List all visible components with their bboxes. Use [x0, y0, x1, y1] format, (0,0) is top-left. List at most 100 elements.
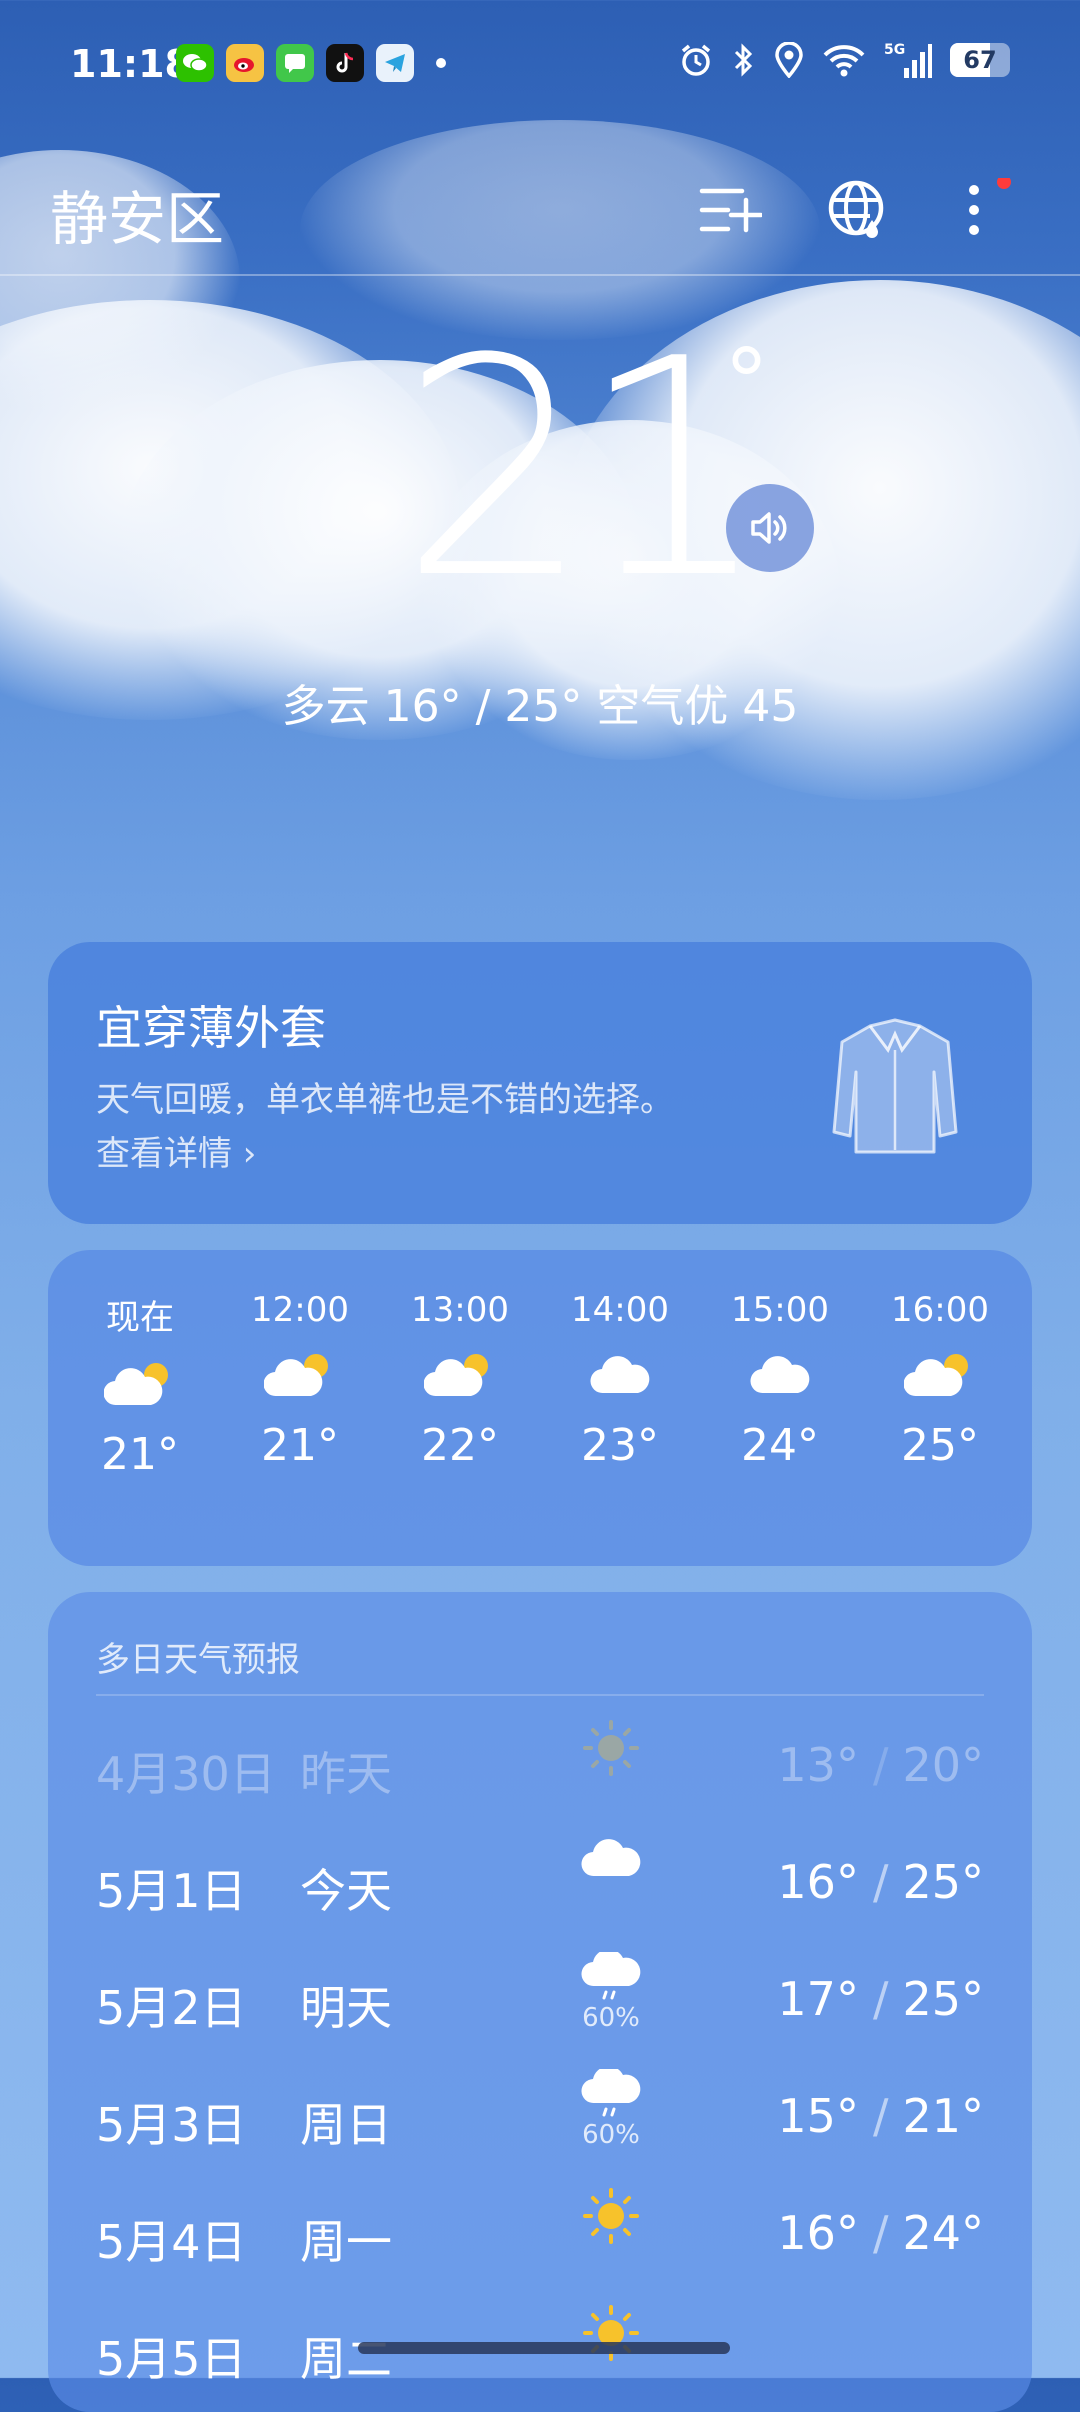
alarm-icon [681, 44, 711, 76]
hour-item: 14:00 23° [550, 1290, 690, 1480]
city-name[interactable]: 静安区 [50, 172, 224, 256]
day-label: 周日 [300, 2098, 392, 2152]
hour-temp: 23° [581, 1420, 659, 1471]
day-label: 周二 [300, 2332, 392, 2386]
weather-summary: 多云 16° / 25° 空气优 45 [281, 681, 799, 732]
home-indicator[interactable] [358, 2342, 730, 2354]
range-separator: / [872, 1972, 889, 2026]
day-date: 5月1日 [96, 1864, 247, 1918]
more-vertical-icon [969, 178, 1011, 235]
global-weather-button[interactable] [818, 170, 898, 250]
cloud-icon [566, 1835, 656, 1889]
range-separator: / [872, 1738, 889, 1792]
system-icons: 5G 67 [678, 40, 1010, 80]
day-date: 5月5日 [96, 2332, 247, 2386]
clothing-advice-card[interactable]: 宜穿薄外套 天气回暖，单衣单裤也是不错的选择。 查看详情 › [48, 942, 1032, 1224]
temp-low: 17° [777, 1972, 859, 2026]
temp-range: 16°/24° [777, 2206, 984, 2260]
location-icon [775, 42, 803, 78]
temp-low: 16° [777, 2206, 859, 2260]
city-manage-button[interactable] [690, 170, 770, 250]
day-row[interactable]: 5月2日 明天 60% 17°/25° [96, 1942, 984, 2059]
globe-icon [828, 180, 884, 238]
partly-cloudy-icon [230, 1330, 370, 1420]
battery-icon: 67 [950, 43, 1010, 77]
range-separator: / [872, 2089, 889, 2143]
day-label: 昨天 [300, 1747, 392, 1801]
hour-temp: 21° [261, 1420, 339, 1471]
notification-app-icons [176, 44, 446, 82]
hour-temp: 24° [741, 1420, 819, 1471]
top-app-bar: 静安区 [0, 160, 1080, 272]
temp-high: 24° [902, 2206, 984, 2260]
temp-low: 16° [777, 1855, 859, 1909]
bluetooth-icon [734, 43, 753, 77]
clothing-description: 天气回暖，单衣单裤也是不错的选择。 [96, 1080, 674, 1120]
hourly-list: 现在 21° 12:00 21° 13:00 22° 14:00 23° 15:00 24° 16:… [70, 1290, 1010, 1480]
hour-time: 现在 [106, 1298, 174, 1338]
list-add-icon [699, 188, 762, 233]
hourly-forecast-card[interactable]: 现在 21° 12:00 21° 13:00 22° 14:00 23° 15:00 24° 16:… [48, 1250, 1032, 1566]
tiktok-icon [326, 44, 364, 82]
hour-time: 16:00 [891, 1290, 989, 1330]
temp-high: 21° [902, 2089, 984, 2143]
sun-icon [566, 2303, 656, 2374]
day-label: 今天 [300, 1864, 392, 1918]
day-date: 5月2日 [96, 1981, 247, 2035]
hour-time: 13:00 [411, 1290, 509, 1330]
more-notifications-dot [436, 58, 446, 68]
day-row[interactable]: 4月30日 昨天 13°/20° [96, 1708, 984, 1825]
rain-icon: 60% [566, 2066, 656, 2150]
telegram-icon [376, 44, 414, 82]
partly-cloudy-icon [70, 1339, 210, 1429]
speaker-icon [751, 512, 787, 544]
hour-item: 12:00 21° [230, 1290, 370, 1480]
sun-icon [566, 2186, 656, 2257]
partly-cloudy-icon [390, 1330, 530, 1420]
day-date: 4月30日 [96, 1747, 276, 1801]
cloud-icon [550, 1330, 690, 1420]
day-row[interactable]: 5月4日 周一 16°/24° [96, 2176, 984, 2293]
more-options-button[interactable] [944, 170, 1024, 250]
precip-chance: 60% [582, 2120, 640, 2150]
hour-temp: 22° [421, 1420, 499, 1471]
shirt-icon [832, 1018, 958, 1154]
temp-range: 13°/20° [777, 1738, 984, 1792]
range-separator: / [872, 2206, 889, 2260]
network-type-label: 5G [884, 42, 905, 58]
day-row[interactable]: 5月1日 今天 16°/25° [96, 1825, 984, 1942]
day-date: 5月3日 [96, 2098, 247, 2152]
hour-item: 13:00 22° [390, 1290, 530, 1480]
status-bar: 11:18 5G 67 [0, 0, 1080, 140]
clock: 11:18 [70, 42, 191, 86]
temp-high: 25° [902, 1972, 984, 2026]
view-details-link[interactable]: 查看详情 › [96, 1126, 256, 1175]
hour-time: 15:00 [731, 1290, 829, 1330]
temp-low: 15° [777, 2089, 859, 2143]
temp-high: 25° [902, 1855, 984, 1909]
hour-item: 15:00 24° [710, 1290, 850, 1480]
wechat-icon [176, 44, 214, 82]
day-row[interactable]: 5月3日 周日 60% 15°/21° [96, 2059, 984, 2176]
voice-broadcast-button[interactable] [726, 484, 814, 572]
temp-high: 20° [902, 1738, 984, 1792]
hour-time: 14:00 [571, 1290, 669, 1330]
partly-cloudy-icon [870, 1330, 1010, 1420]
hour-time: 12:00 [251, 1290, 349, 1330]
messages-icon [276, 44, 314, 82]
multi-day-forecast-card[interactable]: 多日天气预报 4月30日 昨天 13°/20° 5月1日 今天 16°/25° 5月2日 明天… [48, 1592, 1032, 2412]
daily-list: 4月30日 昨天 13°/20° 5月1日 今天 16°/25° 5月2日 明天 60% 17° /… [96, 1708, 984, 2410]
battery-percent: 67 [963, 46, 997, 74]
sun-icon [566, 1718, 656, 1789]
hour-item: 现在 21° [70, 1290, 210, 1480]
day-label: 明天 [300, 1981, 392, 2035]
cellular-signal-icon: 5G [884, 42, 932, 78]
temp-range: 16°/25° [777, 1855, 984, 1909]
day-date: 5月4日 [96, 2215, 247, 2269]
header-divider [0, 274, 1080, 276]
temp-range: 15°/21° [777, 2089, 984, 2143]
cloud-icon [710, 1330, 850, 1420]
day-label: 周一 [300, 2215, 392, 2269]
notification-badge [997, 178, 1011, 189]
clothing-title: 宜穿薄外套 [96, 1001, 326, 1055]
